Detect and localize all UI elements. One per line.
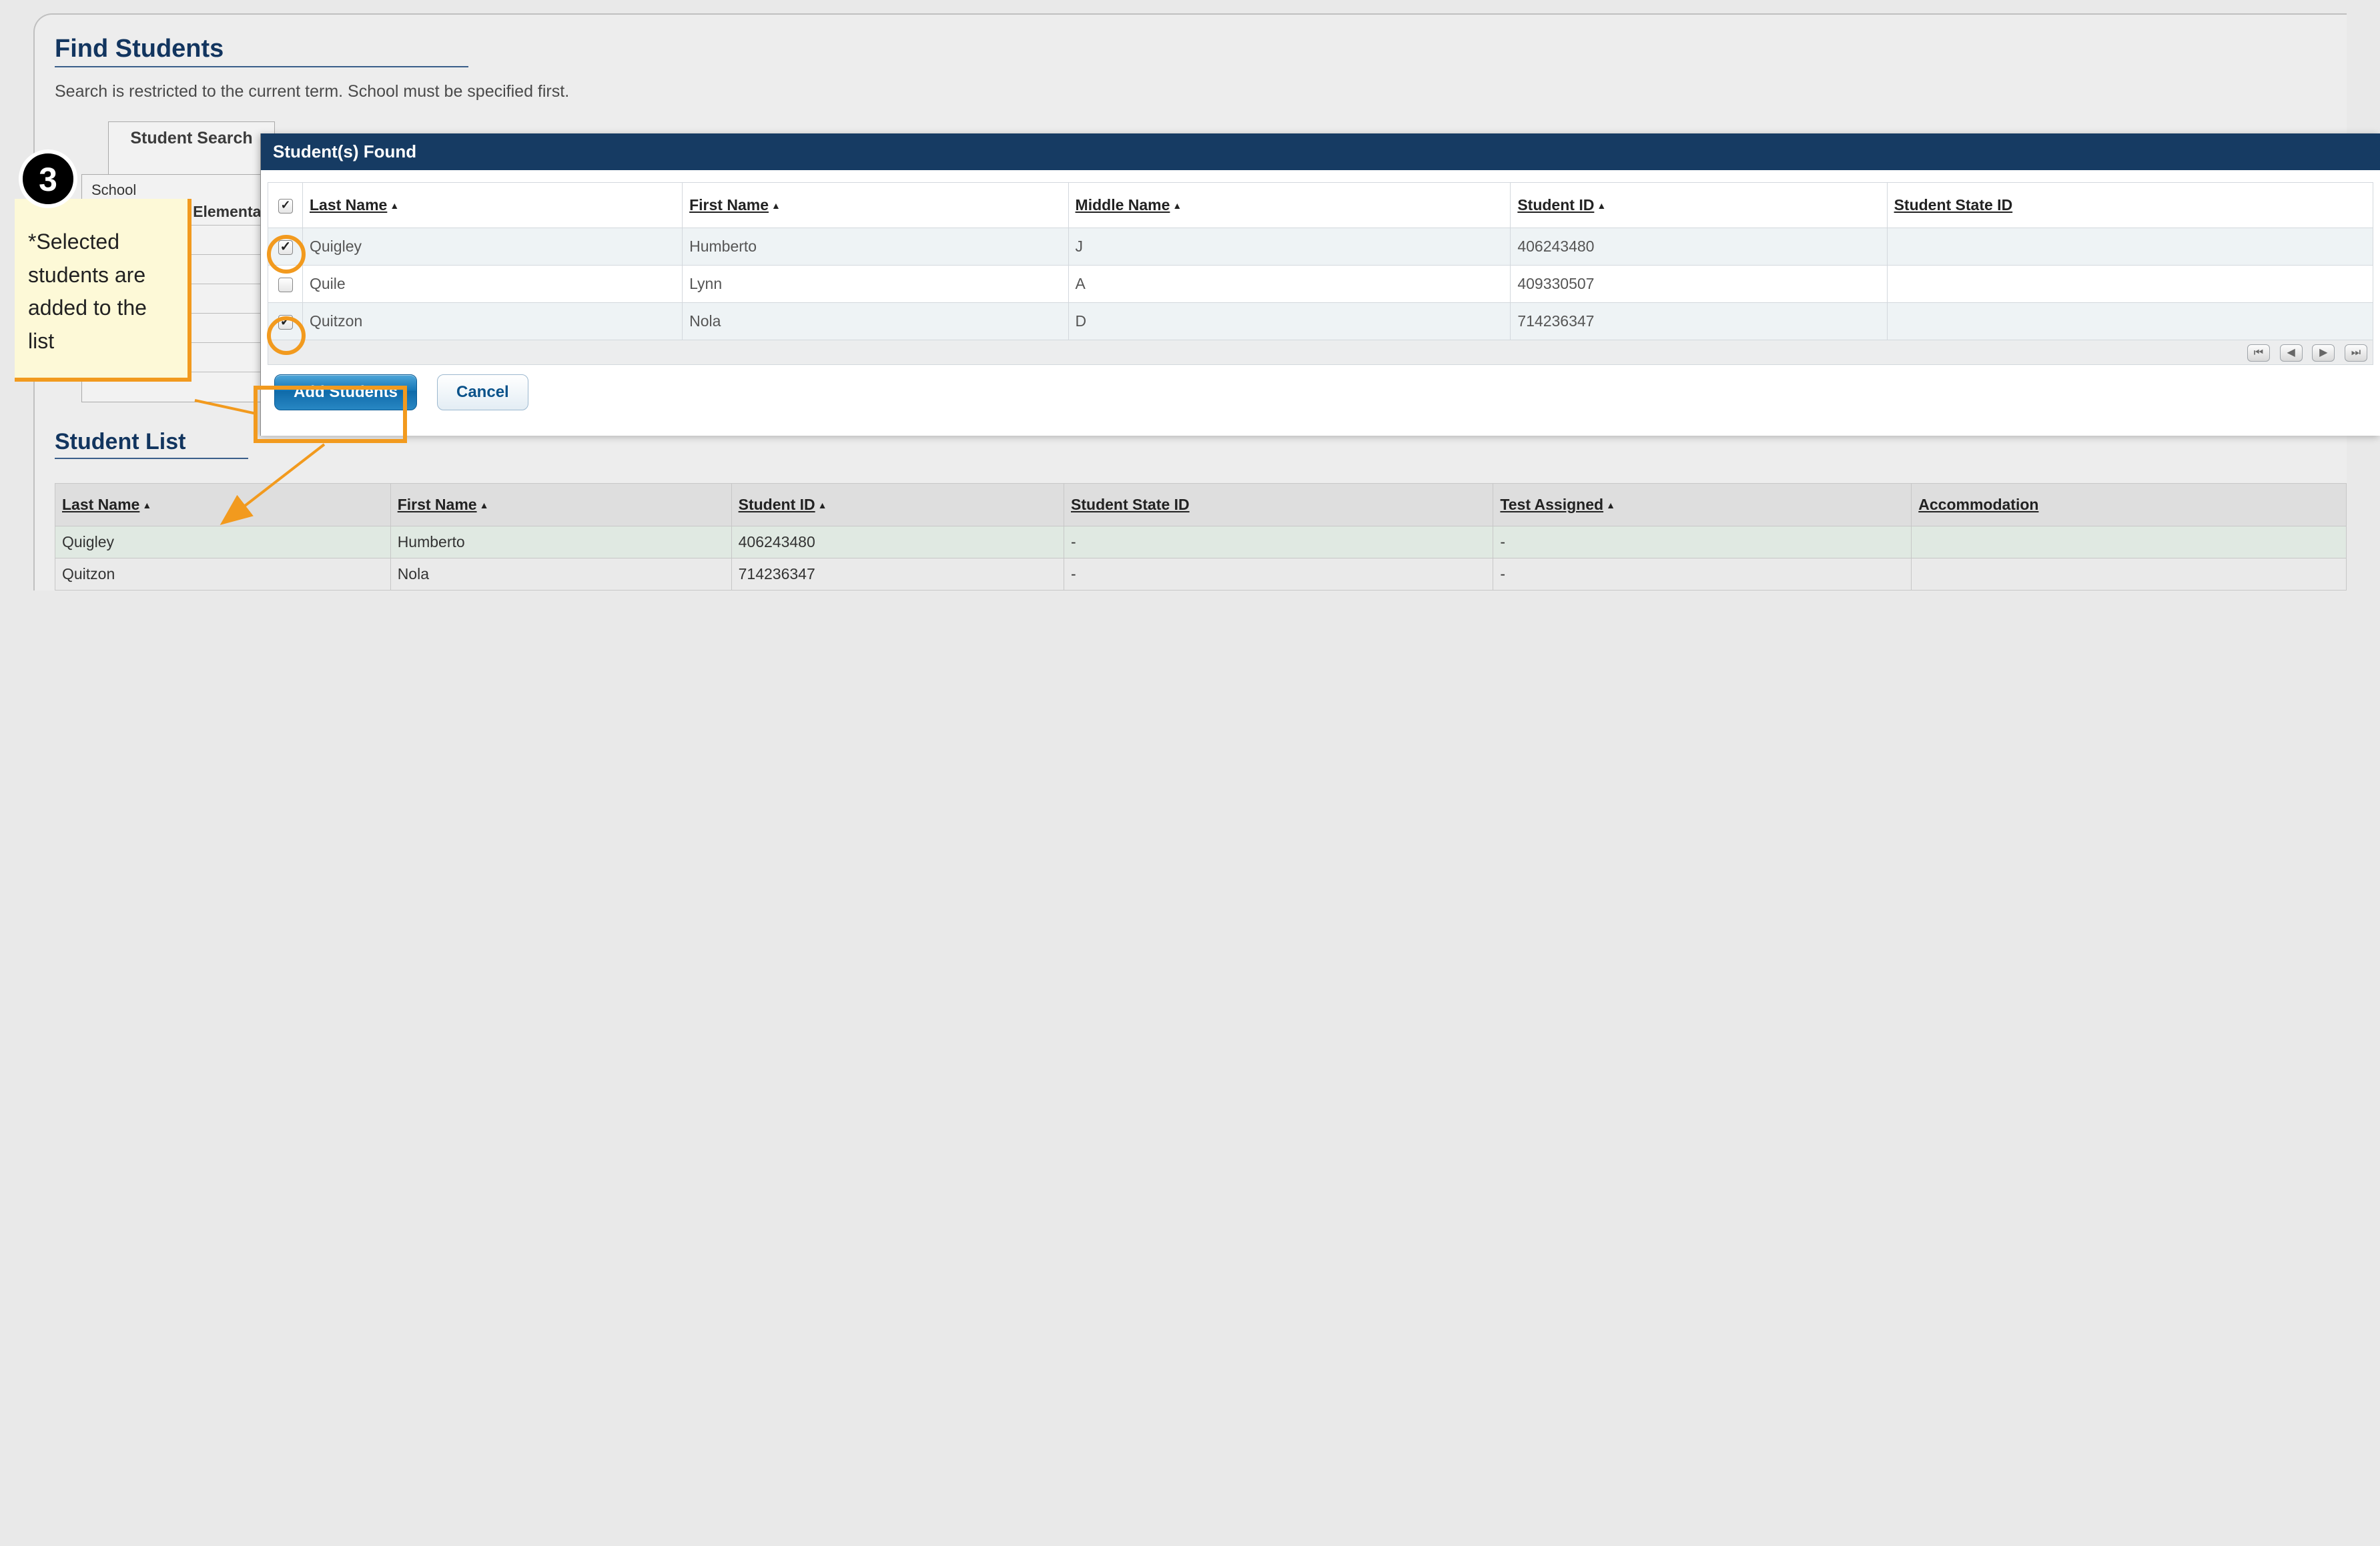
row-checkbox[interactable] bbox=[278, 240, 293, 255]
col-accommodation[interactable]: Accommodation bbox=[1912, 484, 2347, 526]
search-description: Search is restricted to the current term… bbox=[55, 82, 2347, 101]
page-next-button[interactable]: ▶ bbox=[2312, 344, 2335, 362]
col-select-all[interactable] bbox=[268, 183, 303, 228]
cell-student-state-id: - bbox=[1064, 526, 1493, 558]
table-row[interactable]: Quigley Humberto J 406243480 bbox=[268, 228, 2373, 266]
sort-asc-icon: ▲ bbox=[142, 500, 151, 510]
page-last-button[interactable]: ⏭ bbox=[2345, 344, 2367, 362]
cell-test-assigned: - bbox=[1493, 558, 1912, 591]
cell-accommodation bbox=[1912, 526, 2347, 558]
sort-asc-icon: ▲ bbox=[1606, 500, 1615, 510]
col-student-state-id[interactable]: Student State ID bbox=[1887, 183, 2373, 228]
col-first-name[interactable]: First Name▲ bbox=[390, 484, 731, 526]
cell-student-state-id bbox=[1887, 303, 2373, 340]
cancel-button[interactable]: Cancel bbox=[437, 374, 528, 410]
cell-last-name: Quitzon bbox=[55, 558, 391, 591]
row-checkbox[interactable] bbox=[278, 278, 293, 292]
table-row[interactable]: Quitzon Nola 714236347 - - bbox=[55, 558, 2347, 591]
add-students-button[interactable]: Add Students bbox=[274, 374, 417, 410]
col-student-state-id[interactable]: Student State ID bbox=[1064, 484, 1493, 526]
col-first-name[interactable]: First Name▲ bbox=[683, 183, 1068, 228]
col-last-name[interactable]: Last Name▲ bbox=[303, 183, 683, 228]
cell-test-assigned: - bbox=[1493, 526, 1912, 558]
row-checkbox[interactable] bbox=[278, 315, 293, 330]
cell-last-name: Quigley bbox=[303, 228, 683, 266]
table-row[interactable]: Quitzon Nola D 714236347 bbox=[268, 303, 2373, 340]
sort-asc-icon: ▲ bbox=[390, 200, 399, 211]
callout-box: *Selected students are added to the list bbox=[15, 199, 191, 382]
tab-student-search[interactable]: Student Search bbox=[108, 121, 275, 175]
cell-first-name: Lynn bbox=[683, 266, 1068, 303]
sort-asc-icon: ▲ bbox=[480, 500, 489, 510]
cell-student-state-id: - bbox=[1064, 558, 1493, 591]
cell-student-id: 714236347 bbox=[731, 558, 1064, 591]
cell-student-state-id bbox=[1887, 266, 2373, 303]
col-student-id[interactable]: Student ID▲ bbox=[1511, 183, 1887, 228]
cell-first-name: Nola bbox=[683, 303, 1068, 340]
cell-student-id: 714236347 bbox=[1511, 303, 1887, 340]
cell-first-name: Humberto bbox=[683, 228, 1068, 266]
cell-student-id: 406243480 bbox=[1511, 228, 1887, 266]
table-row[interactable]: Quile Lynn A 409330507 bbox=[268, 266, 2373, 303]
pager: ⏮ ◀ ▶ ⏭ bbox=[268, 340, 2373, 365]
checkbox-icon[interactable] bbox=[278, 199, 293, 214]
cell-last-name: Quile bbox=[303, 266, 683, 303]
cell-accommodation bbox=[1912, 558, 2347, 591]
cell-student-id: 409330507 bbox=[1511, 266, 1887, 303]
cell-middle-name: J bbox=[1068, 228, 1511, 266]
step-number-badge: 3 bbox=[19, 149, 77, 208]
cell-middle-name: A bbox=[1068, 266, 1511, 303]
cell-first-name: Nola bbox=[390, 558, 731, 591]
students-found-table: Last Name▲ First Name▲ Middle Name▲ Stud… bbox=[268, 182, 2373, 340]
col-middle-name[interactable]: Middle Name▲ bbox=[1068, 183, 1511, 228]
page-first-button[interactable]: ⏮ bbox=[2247, 344, 2270, 362]
cell-student-state-id bbox=[1887, 228, 2373, 266]
students-found-dialog: Student(s) Found Last Name▲ First Name▲ … bbox=[260, 133, 2380, 436]
cell-student-id: 406243480 bbox=[731, 526, 1064, 558]
find-students-heading: Find Students bbox=[55, 35, 468, 67]
cell-first-name: Humberto bbox=[390, 526, 731, 558]
cell-last-name: Quigley bbox=[55, 526, 391, 558]
sort-asc-icon: ▲ bbox=[818, 500, 827, 510]
col-test-assigned[interactable]: Test Assigned▲ bbox=[1493, 484, 1912, 526]
col-student-id[interactable]: Student ID▲ bbox=[731, 484, 1064, 526]
table-row[interactable]: Quigley Humberto 406243480 - - bbox=[55, 526, 2347, 558]
sort-asc-icon: ▲ bbox=[1172, 200, 1182, 211]
dialog-title: Student(s) Found bbox=[261, 133, 2380, 170]
page-prev-button[interactable]: ◀ bbox=[2280, 344, 2303, 362]
student-list-heading: Student List bbox=[55, 429, 248, 459]
cell-last-name: Quitzon bbox=[303, 303, 683, 340]
sort-asc-icon: ▲ bbox=[771, 200, 781, 211]
col-last-name[interactable]: Last Name▲ bbox=[55, 484, 391, 526]
sort-asc-icon: ▲ bbox=[1597, 200, 1606, 211]
student-list-table: Last Name▲ First Name▲ Student ID▲ Stude… bbox=[55, 483, 2347, 591]
cell-middle-name: D bbox=[1068, 303, 1511, 340]
